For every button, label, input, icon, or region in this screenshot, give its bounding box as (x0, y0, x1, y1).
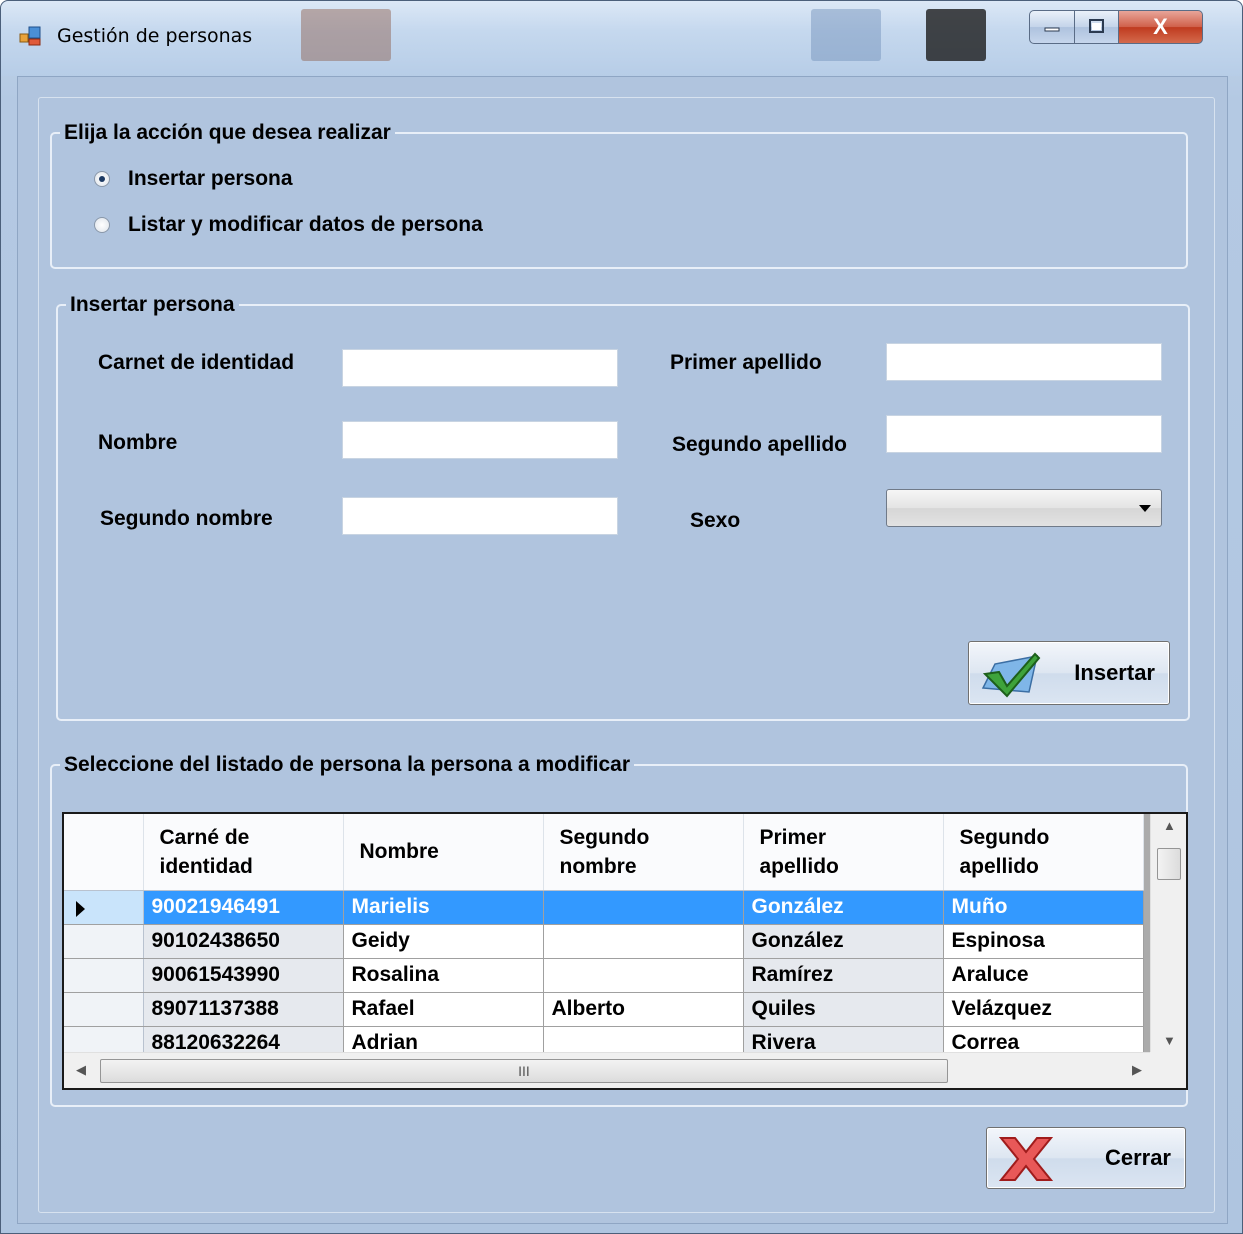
cell-primer-apellido[interactable]: González (743, 924, 944, 959)
cerrar-button[interactable]: Cerrar (986, 1127, 1186, 1189)
main-window: Gestión de personas X Elija la acción qu… (0, 0, 1243, 1234)
table-row[interactable]: 90061543990 Rosalina Ramírez Araluce (64, 958, 1144, 993)
maximize-button[interactable] (1075, 10, 1119, 44)
cell-carne[interactable]: 90102438650 (143, 924, 344, 959)
cell-segundo-nombre[interactable] (543, 924, 744, 959)
radio-insert-persona[interactable]: Insertar persona (94, 167, 293, 191)
persons-table: Carné de identidad Nombre Segundo nombre P… (64, 814, 1144, 1061)
cell-segundo-nombre[interactable] (543, 890, 744, 925)
segundo-apellido-input[interactable] (886, 415, 1162, 453)
close-icon: X (1153, 14, 1168, 39)
primer-apellido-label: Primer apellido (670, 351, 822, 374)
cell-carne[interactable]: 90021946491 (143, 890, 344, 925)
title-background-decoration (926, 9, 986, 61)
cell-segundo-apellido[interactable]: Araluce (943, 958, 1144, 993)
radio-button[interactable] (94, 217, 110, 233)
cell-segundo-nombre[interactable] (543, 958, 744, 993)
cell-nombre[interactable]: Rafael (343, 992, 544, 1027)
app-icon (19, 26, 41, 46)
scroll-down-icon[interactable]: ▼ (1163, 1033, 1176, 1048)
scroll-left-icon[interactable]: ◀ (76, 1062, 86, 1078)
radio-label: Insertar persona (128, 167, 293, 190)
scroll-right-icon[interactable]: ▶ (1132, 1062, 1142, 1078)
column-header-carne[interactable]: Carné de identidad (143, 814, 344, 891)
carnet-label: Carnet de identidad (98, 351, 295, 374)
horizontal-scrollbar[interactable]: ◀ III ▶ (64, 1052, 1154, 1088)
insertar-button-label: Insertar (1074, 660, 1155, 685)
column-header-primer-apellido[interactable]: Primer apellido (743, 814, 944, 891)
table-row[interactable]: 90021946491 Marielis González Muño (64, 890, 1144, 925)
row-header[interactable] (64, 992, 144, 1027)
cell-primer-apellido[interactable]: Ramírez (743, 958, 944, 993)
insertar-button[interactable]: Insertar (968, 641, 1170, 705)
radio-label: Listar y modificar datos de persona (128, 213, 483, 236)
primer-apellido-input[interactable] (886, 343, 1162, 381)
scroll-up-icon[interactable]: ▲ (1163, 818, 1176, 833)
window-title: Gestión de personas (57, 25, 253, 47)
cell-segundo-apellido[interactable]: Velázquez (943, 992, 1144, 1027)
table-row[interactable]: 90102438650 Geidy González Espinosa (64, 924, 1144, 959)
title-background-decoration (811, 9, 881, 61)
segundo-nombre-label: Segundo nombre (100, 507, 273, 530)
maximize-icon (1088, 19, 1104, 33)
persons-data-grid[interactable]: Carné de identidad Nombre Segundo nombre P… (62, 812, 1188, 1090)
vertical-scrollbar[interactable]: ▲ ▼ (1150, 814, 1186, 1052)
row-header[interactable] (64, 958, 144, 993)
segundo-apellido-label: Segundo apellido (672, 433, 848, 456)
cell-segundo-apellido[interactable]: Muño (943, 890, 1144, 925)
minimize-button[interactable] (1029, 10, 1075, 44)
minimize-icon (1044, 27, 1060, 32)
column-header-segundo-apellido[interactable]: Segundo apellido (943, 814, 1144, 891)
scrollbar-corner (1150, 1052, 1186, 1088)
cell-nombre[interactable]: Marielis (343, 890, 544, 925)
row-header[interactable] (64, 924, 144, 959)
checkmark-icon (981, 652, 1041, 698)
close-window-button[interactable]: X (1119, 10, 1203, 44)
column-header-nombre[interactable]: Nombre (343, 814, 544, 891)
table-row[interactable]: 89071137388 Rafael Alberto Quiles Velázq… (64, 992, 1144, 1027)
nombre-input[interactable] (342, 421, 618, 459)
nombre-label: Nombre (98, 431, 178, 454)
close-x-icon (998, 1137, 1054, 1181)
action-group-title: Elija la acción que desea realizar (64, 121, 391, 144)
list-group-title: Seleccione del listado de persona la per… (64, 753, 631, 776)
title-bar[interactable]: Gestión de personas X (1, 1, 1242, 76)
chevron-down-icon[interactable] (1139, 505, 1151, 512)
cerrar-button-label: Cerrar (1104, 1145, 1171, 1170)
cell-carne[interactable]: 90061543990 (143, 958, 344, 993)
table-header-row: Carné de identidad Nombre Segundo nombre P… (64, 814, 1144, 891)
cell-nombre[interactable]: Geidy (343, 924, 544, 959)
cell-primer-apellido[interactable]: Quiles (743, 992, 944, 1027)
cell-segundo-apellido[interactable]: Espinosa (943, 924, 1144, 959)
cell-segundo-nombre[interactable]: Alberto (543, 992, 744, 1027)
radio-button-checked[interactable] (94, 171, 110, 187)
carnet-input[interactable] (342, 349, 618, 387)
sexo-label: Sexo (690, 509, 741, 532)
form-client-area: Elija la acción que desea realizar Inser… (17, 76, 1228, 1224)
column-header-segundo-nombre[interactable]: Segundo nombre (543, 814, 744, 891)
vertical-scroll-thumb[interactable] (1157, 848, 1181, 880)
row-pointer-icon (76, 900, 85, 917)
cell-nombre[interactable]: Rosalina (343, 958, 544, 993)
scroll-grip: III (518, 1063, 530, 1079)
action-group: Elija la acción que desea realizar (50, 121, 1188, 269)
insert-group-title: Insertar persona (70, 293, 235, 316)
row-header[interactable] (64, 890, 144, 925)
horizontal-scroll-thumb[interactable]: III (100, 1059, 948, 1083)
row-header-corner (64, 814, 144, 891)
radio-listar-modificar[interactable]: Listar y modificar datos de persona (94, 213, 483, 237)
cell-carne[interactable]: 89071137388 (143, 992, 344, 1027)
title-background-decoration (301, 9, 391, 61)
cell-primer-apellido[interactable]: González (743, 890, 944, 925)
segundo-nombre-input[interactable] (342, 497, 618, 535)
sexo-dropdown[interactable] (886, 489, 1162, 527)
